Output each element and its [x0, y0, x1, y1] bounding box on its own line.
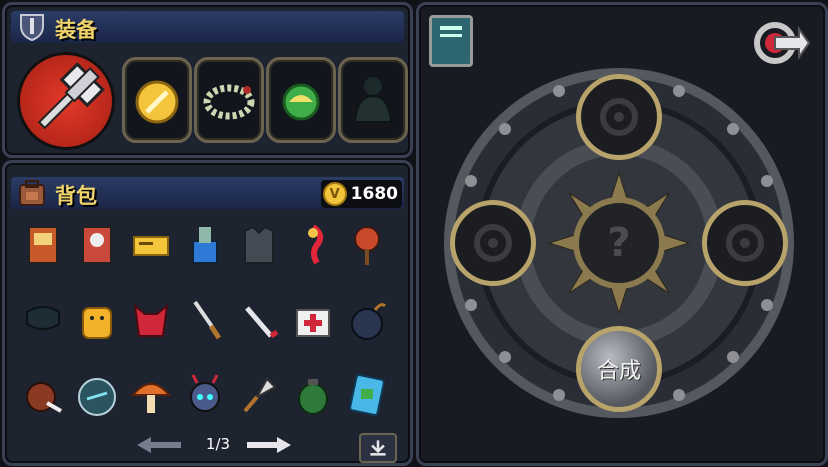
medkit-icon: [296, 309, 330, 337]
backpack-icon: [19, 180, 45, 206]
bag-item-bomb[interactable]: [345, 298, 389, 342]
weapon-slot[interactable]: [17, 52, 115, 150]
hand-jar-icon: [192, 227, 218, 264]
craft-button[interactable]: 合成: [576, 326, 662, 412]
belt-icon: [26, 306, 60, 330]
equip-slot-5[interactable]: [338, 57, 408, 143]
bag-item-vest[interactable]: [237, 223, 281, 267]
bomb-icon: [351, 303, 387, 340]
backpack-panel: 背包 V 1680 1/3: [2, 160, 413, 466]
skull-helmet-icon: [190, 374, 220, 412]
bead-necklace-icon: [203, 84, 255, 120]
green-orb-icon: [282, 83, 320, 121]
crowbar-icon: [245, 306, 279, 339]
drum-icon: [26, 382, 62, 413]
coin-icon: V: [322, 182, 347, 206]
bag-item-fire-staff[interactable]: [291, 223, 335, 267]
bag-item-skull-machine[interactable]: [75, 223, 119, 267]
craft-label: 合成: [596, 359, 641, 384]
sort-button[interactable]: [359, 433, 397, 463]
bag-item-glass-orb[interactable]: [75, 373, 119, 417]
arrow-right-icon[interactable]: [245, 435, 293, 455]
lucky-cat-icon: [82, 307, 112, 339]
dagger-icon: [193, 300, 222, 340]
grenade-icon: [298, 379, 328, 415]
bag-item-drum[interactable]: [21, 373, 65, 417]
crafting-panel: ? 合成: [416, 2, 828, 466]
bag-item-arcade-machine[interactable]: [21, 223, 65, 267]
result-slot: ?: [573, 197, 665, 289]
ingredient-slot-left[interactable]: [450, 200, 536, 286]
arrow-left-icon[interactable]: [135, 435, 183, 455]
bag-item-lucky-cat[interactable]: [75, 298, 119, 342]
arcade-machine-icon: [28, 226, 58, 264]
empty-slot-icon: [600, 98, 638, 136]
bag-item-grenade[interactable]: [291, 373, 335, 417]
currency-amount: 1680: [350, 184, 398, 204]
page-indicator: 1/3: [205, 435, 231, 453]
demon-mask-icon: [133, 303, 169, 337]
empty-slot-icon: [726, 224, 764, 262]
gold-sword-coin-icon: [135, 80, 179, 124]
equip-slot-3[interactable]: [194, 57, 264, 143]
glass-orb-icon: [78, 378, 116, 416]
bag-item-ticket[interactable]: [129, 223, 173, 267]
ticket-icon: [133, 236, 169, 256]
pagination: 1/3: [135, 433, 305, 457]
equipment-header: 装备: [11, 11, 404, 43]
bag-item-feather-totem[interactable]: [345, 223, 389, 267]
backpack-title: 背包: [55, 184, 97, 208]
skull-machine-icon: [82, 226, 112, 264]
kunai-icon: [243, 377, 277, 413]
bag-item-skull-helmet[interactable]: [183, 373, 227, 417]
bag-item-crowbar[interactable]: [237, 298, 281, 342]
bag-item-blue-card[interactable]: [345, 373, 389, 417]
fire-staff-icon: [308, 224, 324, 265]
equipment-title: 装备: [55, 18, 97, 42]
bag-item-medkit[interactable]: [291, 298, 335, 342]
equipment-panel: 装备: [2, 2, 413, 158]
empty-slot-icon: [474, 224, 512, 262]
ingredient-slot-top[interactable]: [576, 74, 662, 160]
bag-item-mushroom[interactable]: [129, 373, 173, 417]
bag-item-dagger[interactable]: [183, 298, 227, 342]
dark-armor-icon: [353, 77, 393, 123]
equip-slot-2[interactable]: [122, 57, 192, 143]
hammer-icon: [37, 62, 105, 130]
bag-item-kunai[interactable]: [237, 373, 281, 417]
bag-item-black-belt[interactable]: [21, 298, 65, 342]
blue-card-icon: [349, 374, 385, 416]
mushroom-icon: [130, 383, 172, 413]
equip-slot-4[interactable]: [266, 57, 336, 143]
ingredient-slot-right[interactable]: [702, 200, 788, 286]
shield-icon: [20, 14, 44, 42]
currency-display: V 1680: [320, 180, 402, 208]
bag-item-potion-hand[interactable]: [183, 223, 227, 267]
unknown-result-symbol: ?: [607, 220, 631, 266]
bag-item-demon-mask[interactable]: [129, 298, 173, 342]
feather-totem-icon: [354, 226, 380, 265]
download-arrow-icon: [370, 440, 386, 456]
armor-vest-icon: [244, 225, 274, 264]
